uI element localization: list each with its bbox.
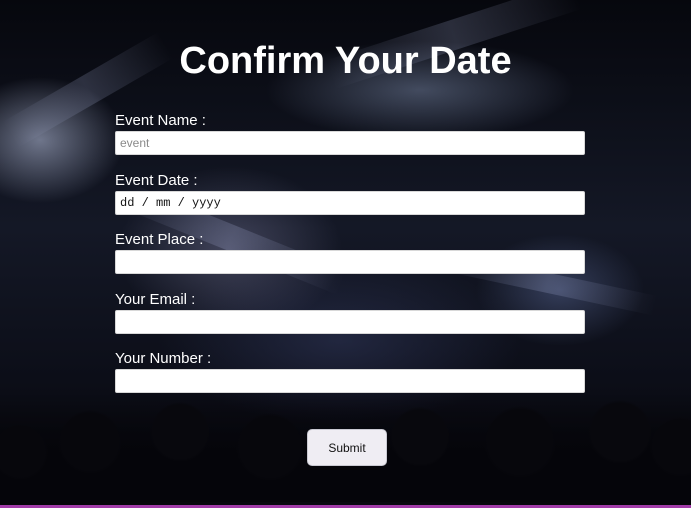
field-event-date: Event Date : dd / mm / yyyy: [115, 172, 585, 232]
page-title: Confirm Your Date: [179, 40, 512, 82]
event-place-label: Event Place :: [115, 231, 204, 248]
event-name-label: Event Name :: [115, 112, 206, 129]
event-place-input[interactable]: [115, 250, 585, 274]
field-event-name: Event Name :: [115, 112, 585, 172]
field-event-place: Event Place :: [115, 231, 585, 291]
event-form: Event Name : Event Date : dd / mm / yyyy…: [115, 112, 585, 410]
submit-button[interactable]: Submit: [307, 429, 387, 466]
number-label: Your Number :: [115, 350, 212, 367]
field-your-number: Your Number :: [115, 350, 585, 410]
email-label: Your Email :: [115, 290, 196, 308]
email-input[interactable]: [115, 309, 585, 334]
field-your-email: Your Email :: [115, 291, 585, 351]
number-input[interactable]: [115, 369, 585, 393]
event-date-label: Event Date :: [115, 171, 198, 189]
event-name-input[interactable]: [115, 131, 585, 155]
event-date-input[interactable]: dd / mm / yyyy: [115, 190, 585, 215]
